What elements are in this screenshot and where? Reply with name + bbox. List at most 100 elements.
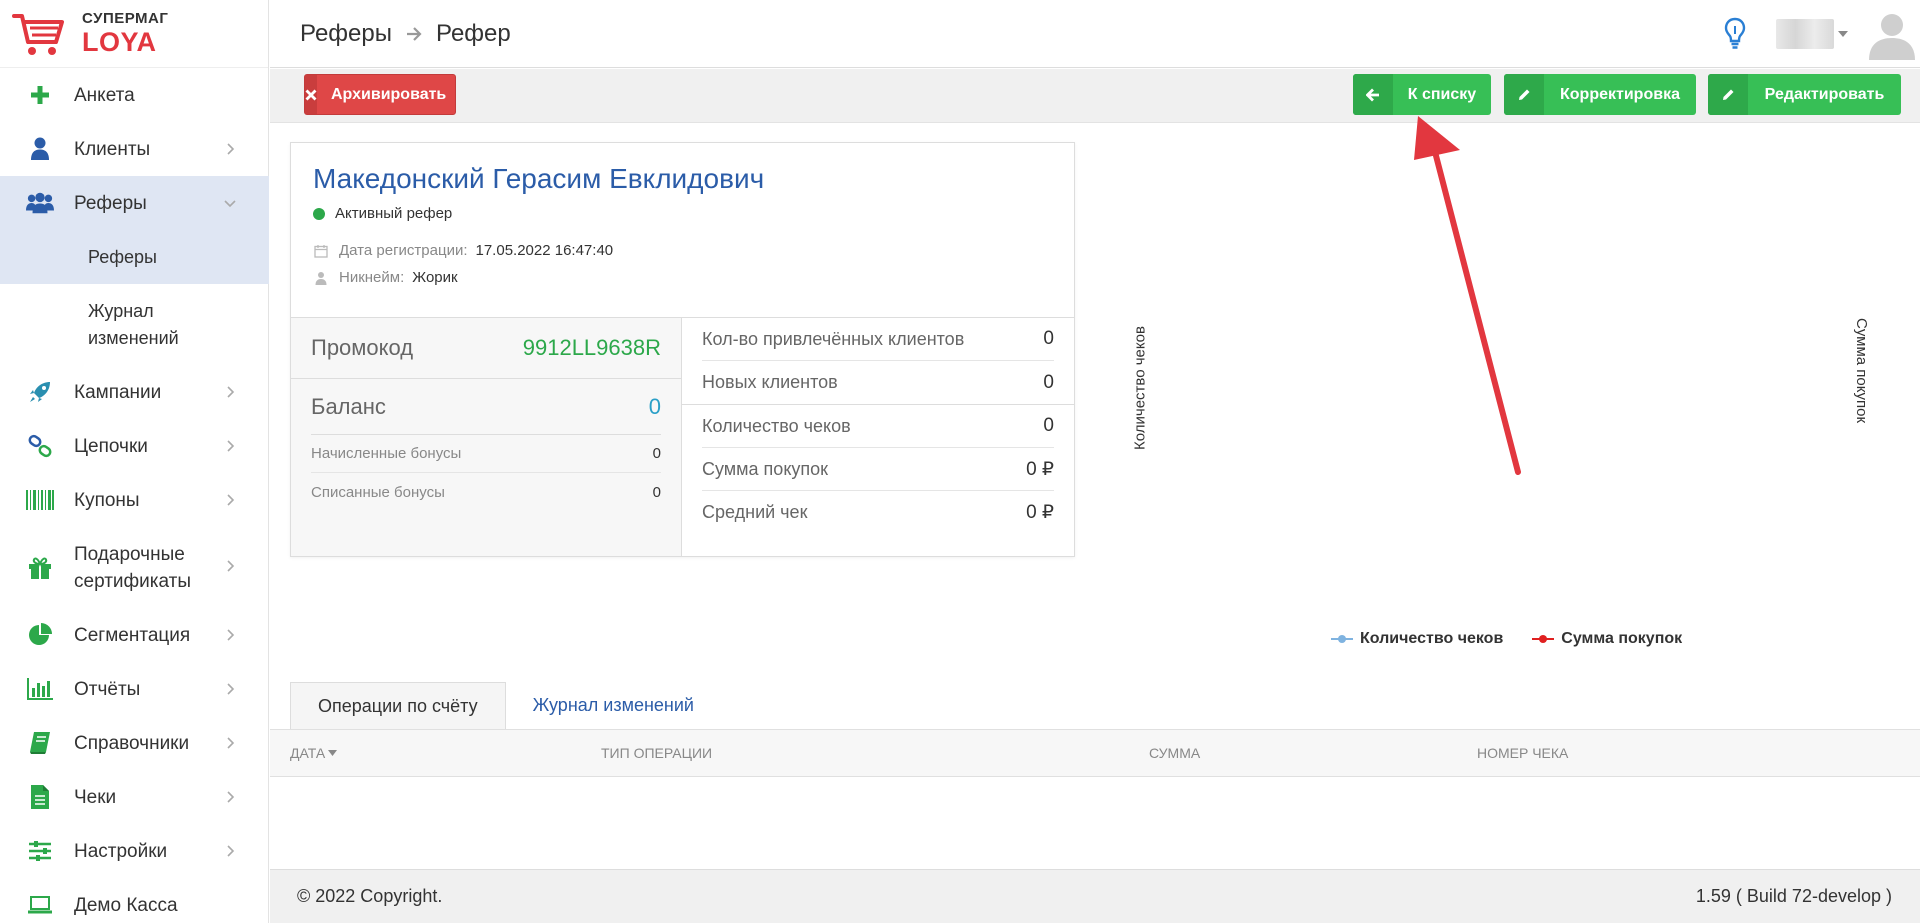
footer: © 2022 Copyright. 1.59 ( Build 72-develo… bbox=[270, 869, 1920, 923]
new-clients-label: Новых клиентов bbox=[702, 372, 838, 392]
chevron-right-icon bbox=[227, 560, 235, 572]
legend-item-sum[interactable]: Сумма покупок bbox=[1531, 630, 1682, 648]
legend-item-checks[interactable]: Количество чеков bbox=[1330, 630, 1503, 648]
sidebar-item-label: Подарочные сертификаты bbox=[74, 543, 192, 592]
column-operation-type-label: Тип операции bbox=[601, 745, 713, 761]
sidebar-item-label: Кампании bbox=[74, 381, 162, 403]
user-icon bbox=[26, 135, 54, 163]
breadcrumb-referrers[interactable]: Реферы bbox=[300, 20, 392, 48]
balance-label: Баланс bbox=[311, 393, 386, 419]
accrued-bonuses-row: Начисленные бонусы 0 bbox=[311, 435, 661, 473]
status-badge: Активный рефер bbox=[313, 205, 1054, 222]
chart-y-axis-left-label: Количество чеков bbox=[1131, 326, 1149, 450]
accrued-bonuses-value: 0 bbox=[652, 445, 661, 462]
tab-label: Операции по счёту bbox=[318, 695, 478, 716]
sidebar-item-referrers[interactable]: Реферы bbox=[0, 176, 269, 230]
sidebar-item-label: Демо Касса bbox=[74, 894, 178, 916]
sidebar-subitem-referrers[interactable]: Реферы bbox=[0, 230, 269, 284]
sidebar-item-label: Реферы bbox=[74, 192, 147, 214]
purchase-sum-label: Сумма покупок bbox=[702, 458, 829, 479]
tab-account-operations[interactable]: Операции по счёту bbox=[290, 682, 506, 729]
lightbulb-icon[interactable] bbox=[1724, 17, 1746, 51]
column-check-number-label: Номер чека bbox=[1477, 745, 1569, 761]
pie-chart-icon bbox=[26, 621, 54, 649]
sidebar-item-anketa[interactable]: Анкета bbox=[0, 68, 269, 122]
sidebar-subitem-label: Журнал изменений bbox=[88, 300, 179, 348]
plus-icon bbox=[26, 81, 54, 109]
nickname-label: Никнейм: bbox=[339, 269, 405, 286]
brand-line1: СУПЕРМАГ bbox=[82, 10, 169, 27]
balance-row: Баланс 0 bbox=[311, 379, 661, 435]
sidebar-item-reports[interactable]: Отчёты bbox=[0, 662, 269, 716]
spent-bonuses-row: Списанные бонусы 0 bbox=[311, 473, 661, 511]
breadcrumb-current: Рефер bbox=[436, 19, 511, 47]
pencil-icon bbox=[1708, 74, 1748, 115]
sidebar-nav: Анкета Клиенты Реферы Реферы Журнал изме… bbox=[0, 68, 269, 923]
nickname-value: Жорик bbox=[412, 269, 458, 286]
attracted-clients-value: 0 bbox=[1043, 328, 1054, 349]
chevron-right-icon bbox=[227, 845, 235, 857]
chevron-right-icon bbox=[227, 683, 235, 695]
user-small-icon bbox=[313, 271, 329, 285]
column-amount: Сумма bbox=[1149, 730, 1200, 776]
sidebar-item-label: Клиенты bbox=[74, 138, 151, 160]
chart-y-axis-left: Количество чеков bbox=[1132, 310, 1162, 460]
breadcrumb: Реферы Рефер bbox=[300, 20, 511, 48]
sidebar-item-directories[interactable]: Справочники bbox=[0, 716, 269, 770]
sidebar-item-coupons[interactable]: Купоны bbox=[0, 473, 269, 527]
close-icon bbox=[305, 75, 317, 114]
sidebar-item-segmentation[interactable]: Сегментация bbox=[0, 608, 269, 662]
chevron-right-icon bbox=[227, 386, 235, 398]
sidebar-item-receipts[interactable]: Чеки bbox=[0, 770, 269, 824]
promo-code-value: 9912LL9638R bbox=[522, 335, 661, 360]
top-header: Реферы Рефер bbox=[270, 0, 1920, 68]
archive-button[interactable]: Архивировать bbox=[304, 74, 456, 115]
sidebar-item-chains[interactable]: Цепочки bbox=[0, 419, 269, 473]
sidebar: СУПЕРМАГ LOYA Анкета Клиенты Реферы Рефе bbox=[0, 0, 269, 923]
checks-count-label: Количество чеков bbox=[702, 415, 851, 436]
sidebar-item-settings[interactable]: Настройки bbox=[0, 824, 269, 878]
book-icon bbox=[26, 729, 54, 757]
sliders-icon bbox=[26, 837, 54, 865]
sidebar-item-demo-pos[interactable]: Демо Касса bbox=[0, 878, 269, 923]
avatar[interactable] bbox=[1866, 8, 1918, 60]
legend-marker-icon bbox=[1331, 635, 1353, 643]
sidebar-item-campaigns[interactable]: Кампании bbox=[0, 365, 269, 419]
nickname: Никнейм: Жорик bbox=[313, 269, 1054, 286]
chevron-right-icon bbox=[227, 440, 235, 452]
tabs: Операции по счёту Журнал изменений bbox=[290, 682, 721, 729]
checks-count-row: Количество чеков 0 bbox=[702, 405, 1054, 448]
user-name[interactable] bbox=[1776, 19, 1834, 49]
column-date[interactable]: Дата bbox=[290, 730, 338, 776]
tab-label: Журнал изменений bbox=[532, 695, 694, 715]
tab-change-log[interactable]: Журнал изменений bbox=[506, 682, 721, 729]
spent-bonuses-label: Списанные бонусы bbox=[311, 483, 445, 501]
sidebar-item-clients[interactable]: Клиенты bbox=[0, 122, 269, 176]
bar-chart-icon bbox=[26, 675, 54, 703]
spent-bonuses-value: 0 bbox=[652, 483, 661, 501]
sidebar-item-label: Справочники bbox=[74, 732, 190, 754]
purchase-sum-row: Сумма покупок 0 ₽ bbox=[702, 448, 1054, 491]
sidebar-subitem-label: Реферы bbox=[88, 246, 157, 267]
caret-down-icon[interactable] bbox=[1838, 31, 1848, 37]
registration-date-label: Дата регистрации: bbox=[339, 242, 468, 259]
checks-count-value: 0 bbox=[1043, 415, 1054, 436]
logo[interactable]: СУПЕРМАГ LOYA bbox=[0, 0, 268, 68]
balance-value: 0 bbox=[648, 393, 661, 419]
attracted-clients-label: Кол-во привлечённых клиентов bbox=[702, 328, 965, 349]
referrer-card: Македонский Герасим Евклидович Активный … bbox=[290, 142, 1075, 557]
chevron-right-icon bbox=[227, 494, 235, 506]
gift-icon bbox=[26, 554, 54, 582]
registration-date-value: 17.05.2022 16:47:40 bbox=[475, 242, 614, 259]
accrued-bonuses-label: Начисленные бонусы bbox=[311, 445, 462, 462]
edit-button[interactable]: Редактировать bbox=[1708, 74, 1901, 115]
chevron-right-icon bbox=[227, 143, 235, 155]
chevron-down-icon bbox=[224, 200, 236, 208]
sidebar-subitem-change-log[interactable]: Журнал изменений bbox=[0, 284, 269, 365]
column-date-label: Дата bbox=[290, 745, 326, 761]
average-check-value: 0 ₽ bbox=[1026, 502, 1054, 523]
sidebar-item-gift-certificates[interactable]: Подарочные сертификаты bbox=[0, 527, 269, 608]
arrow-left-icon bbox=[1353, 74, 1393, 115]
chevron-right-icon bbox=[227, 737, 235, 749]
file-icon bbox=[26, 783, 54, 811]
